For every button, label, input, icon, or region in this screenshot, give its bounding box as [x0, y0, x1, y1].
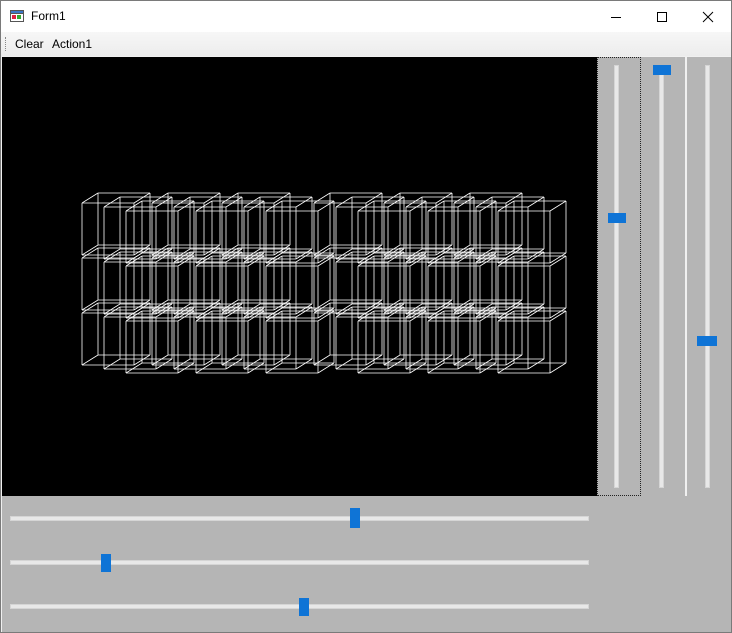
slider-h1[interactable] — [2, 498, 597, 542]
title-bar[interactable]: Form1 — [1, 1, 731, 32]
close-button[interactable] — [685, 1, 731, 32]
render-canvas[interactable] — [2, 57, 597, 496]
slider-thumb[interactable] — [697, 336, 717, 347]
toolstrip-grip[interactable] — [5, 37, 8, 51]
focus-indicator — [597, 57, 641, 496]
slider-track[interactable] — [10, 560, 589, 565]
wireframe-cubes — [81, 192, 567, 374]
slider-v2[interactable] — [641, 57, 685, 496]
slider-track[interactable] — [659, 65, 664, 488]
menu-action1[interactable]: Action1 — [52, 37, 92, 51]
close-icon — [702, 11, 714, 22]
slider-h2[interactable] — [2, 542, 597, 586]
menu-clear[interactable]: Clear — [15, 37, 44, 51]
slider-thumb[interactable] — [350, 508, 361, 528]
window-title: Form1 — [31, 9, 66, 23]
app-icon — [10, 10, 24, 22]
slider-thumb[interactable] — [653, 65, 671, 75]
minimize-button[interactable] — [593, 1, 639, 32]
maximize-icon — [657, 11, 667, 22]
slider-thumb[interactable] — [100, 554, 111, 572]
minimize-icon — [611, 16, 621, 18]
slider-v3[interactable] — [687, 57, 731, 496]
slider-track[interactable] — [10, 516, 589, 521]
slider-track[interactable] — [705, 65, 710, 488]
menu-bar — [1, 32, 731, 56]
slider-thumb[interactable] — [299, 598, 310, 616]
slider-track[interactable] — [614, 65, 619, 488]
slider-h3[interactable] — [2, 586, 597, 630]
slider-v1[interactable] — [597, 57, 641, 496]
maximize-button[interactable] — [639, 1, 685, 32]
app-window: Form1 Clear Action1 — [0, 0, 732, 633]
slider-thumb[interactable] — [608, 212, 626, 223]
